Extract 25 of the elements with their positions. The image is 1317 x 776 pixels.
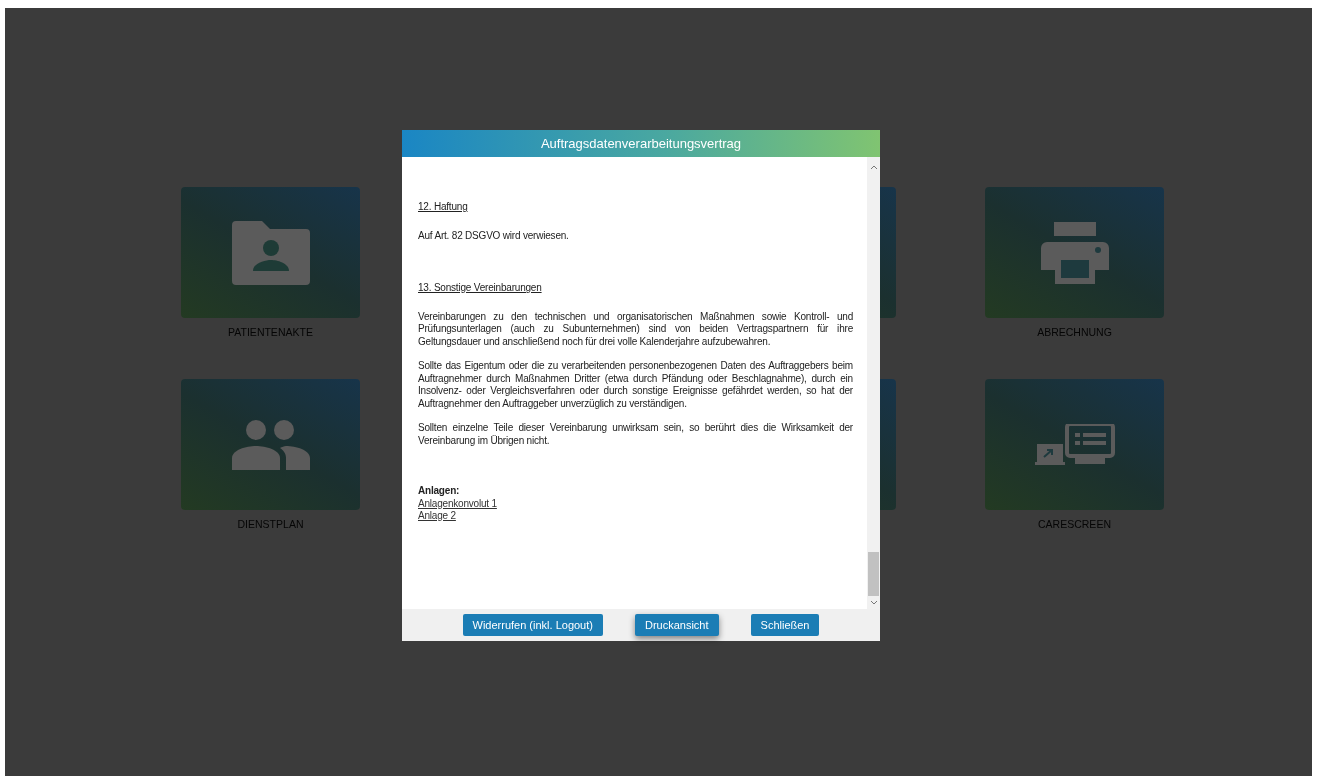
section-heading: 12. Haftung: [418, 201, 469, 214]
paragraph: Sollten einzelne Teile dieser Vereinbarung unwirksam sein, so berührt dies die Wirksamkeit der Vereinbarung im Übrigen nicht.: [418, 422, 853, 447]
app-tile[interactable]: [181, 187, 360, 318]
dialog-button[interactable]: Widerrufen (inkl. Logout): [462, 614, 603, 636]
dialog-title: Auftragsdatenverarbeitungsvertrag: [540, 136, 742, 151]
app-tile[interactable]: [181, 379, 360, 510]
folder-person-icon: [231, 220, 310, 285]
paragraph: Vereinbarungen zu den technischen und organisatorischen Maßnahmen sowie Kontroll- und Prüfungsunterlagen (auch zu Subunternehmen) sind von beiden Vertragspartnern für ihre Geltungsdauer und anschließend noch für drei volle Kalenderjahre aufzubewahren.: [418, 310, 853, 348]
attachment-link[interactable]: Anlagenkonvolut 1: [418, 497, 497, 510]
scrollbar[interactable]: [867, 157, 880, 609]
printer-icon: [1040, 221, 1109, 284]
scrollbar-thumb[interactable]: [868, 552, 879, 596]
scroll-down-icon[interactable]: [869, 600, 878, 605]
paragraph: Sollte das Eigentum oder die zu verarbeitenden personenbezogenen Daten des Auftraggebers beim Auftragnehmer durch Maßnahmen Dritter (etwa durch Pfändung oder Beschlagnahme), durch ein Insolvenz- oder Vergleichsverfahren oder durch sonstige Ereignisse gefährdet werden, so hat der Auftragnehmer den Auftraggeber unverzüglich zu verständigen.: [418, 360, 853, 410]
attachment-link[interactable]: Anlage 2: [418, 510, 456, 523]
screen-share-icon: [1034, 423, 1115, 466]
app-tile[interactable]: [985, 379, 1164, 510]
section-heading: 13. Sonstige Vereinbarungen: [418, 282, 543, 295]
dialog-button[interactable]: Druckansicht: [634, 614, 719, 636]
scroll-up-icon[interactable]: [869, 165, 878, 170]
paragraph: Auf Art. 82 DSGVO wird verwiesen.: [418, 229, 570, 242]
people-icon: [231, 419, 310, 470]
dialog-button[interactable]: Schließen: [750, 614, 820, 636]
attachments-label: Anlagen:: [418, 485, 460, 498]
app-tile[interactable]: [985, 187, 1164, 318]
